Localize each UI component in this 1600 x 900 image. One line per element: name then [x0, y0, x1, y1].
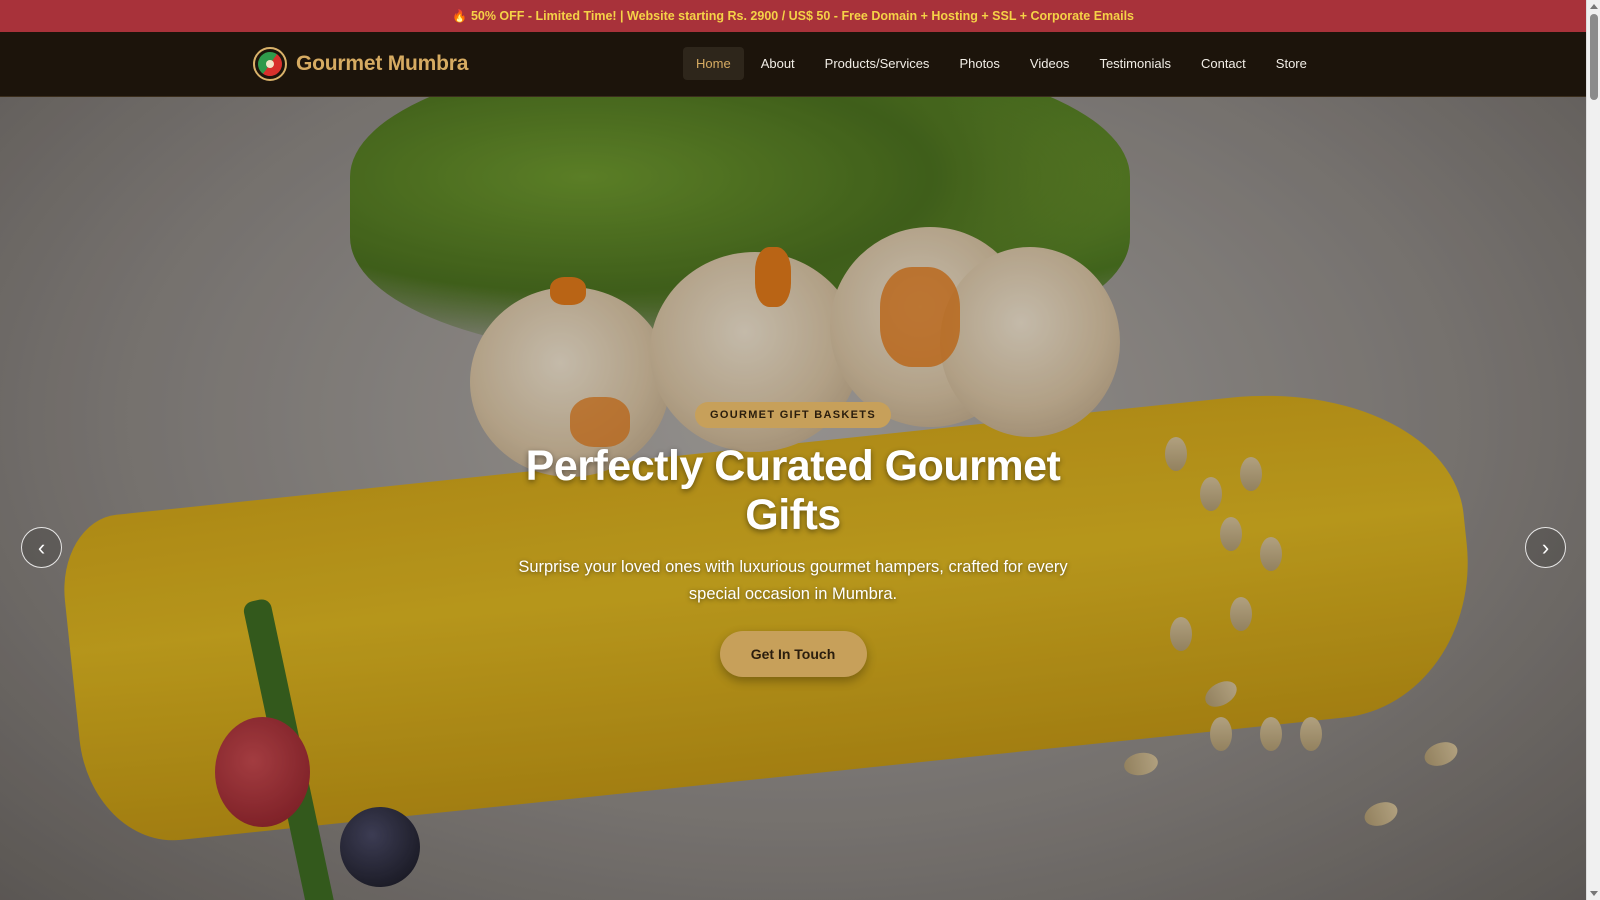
flame-icon: 🔥 [451, 9, 467, 23]
get-in-touch-button[interactable]: Get In Touch [719, 631, 867, 677]
chevron-left-icon: ‹ [37, 534, 46, 560]
brand-name: Gourmet Mumbra [296, 52, 469, 75]
nav-item-videos[interactable]: Videos [1015, 47, 1085, 80]
promo-text: 50% OFF - Limited Time! | Website starti… [470, 9, 1134, 23]
chevron-right-icon: › [1541, 534, 1550, 560]
hero-subtitle: Surprise your loved ones with luxurious … [518, 558, 1068, 603]
brand-link[interactable]: Gourmet Mumbra [253, 47, 468, 81]
nav-item-about[interactable]: About [746, 47, 810, 80]
top-navbar: Gourmet Mumbra Home About Products/Servi… [0, 32, 1586, 97]
page-scrollbar[interactable] [1586, 0, 1600, 900]
main-nav: Home About Products/Services Photos Vide… [683, 47, 1322, 80]
scroll-down-arrow-icon[interactable] [1590, 891, 1598, 896]
hero-carousel: GOURMET GIFT BASKETS Perfectly Curated G… [0, 97, 1586, 900]
nav-item-testimonials[interactable]: Testimonials [1084, 47, 1186, 80]
nav-item-store[interactable]: Store [1261, 47, 1322, 80]
scroll-up-arrow-icon[interactable] [1590, 4, 1598, 9]
hero-title: Perfectly Curated Gourmet Gifts [525, 442, 1061, 539]
hero-badge: GOURMET GIFT BASKETS [695, 402, 891, 428]
brand-logo-icon [253, 47, 287, 81]
nav-item-home[interactable]: Home [683, 47, 744, 80]
promo-banner: 🔥 50% OFF - Limited Time! | Website star… [0, 0, 1586, 32]
scrollbar-thumb[interactable] [1590, 14, 1598, 100]
nav-item-photos[interactable]: Photos [944, 47, 1014, 80]
hero-content: GOURMET GIFT BASKETS Perfectly Curated G… [0, 402, 1586, 677]
carousel-prev-button[interactable]: ‹ [21, 527, 62, 568]
carousel-next-button[interactable]: › [1525, 527, 1566, 568]
nav-item-products-services[interactable]: Products/Services [810, 47, 945, 80]
nav-item-contact[interactable]: Contact [1186, 47, 1261, 80]
